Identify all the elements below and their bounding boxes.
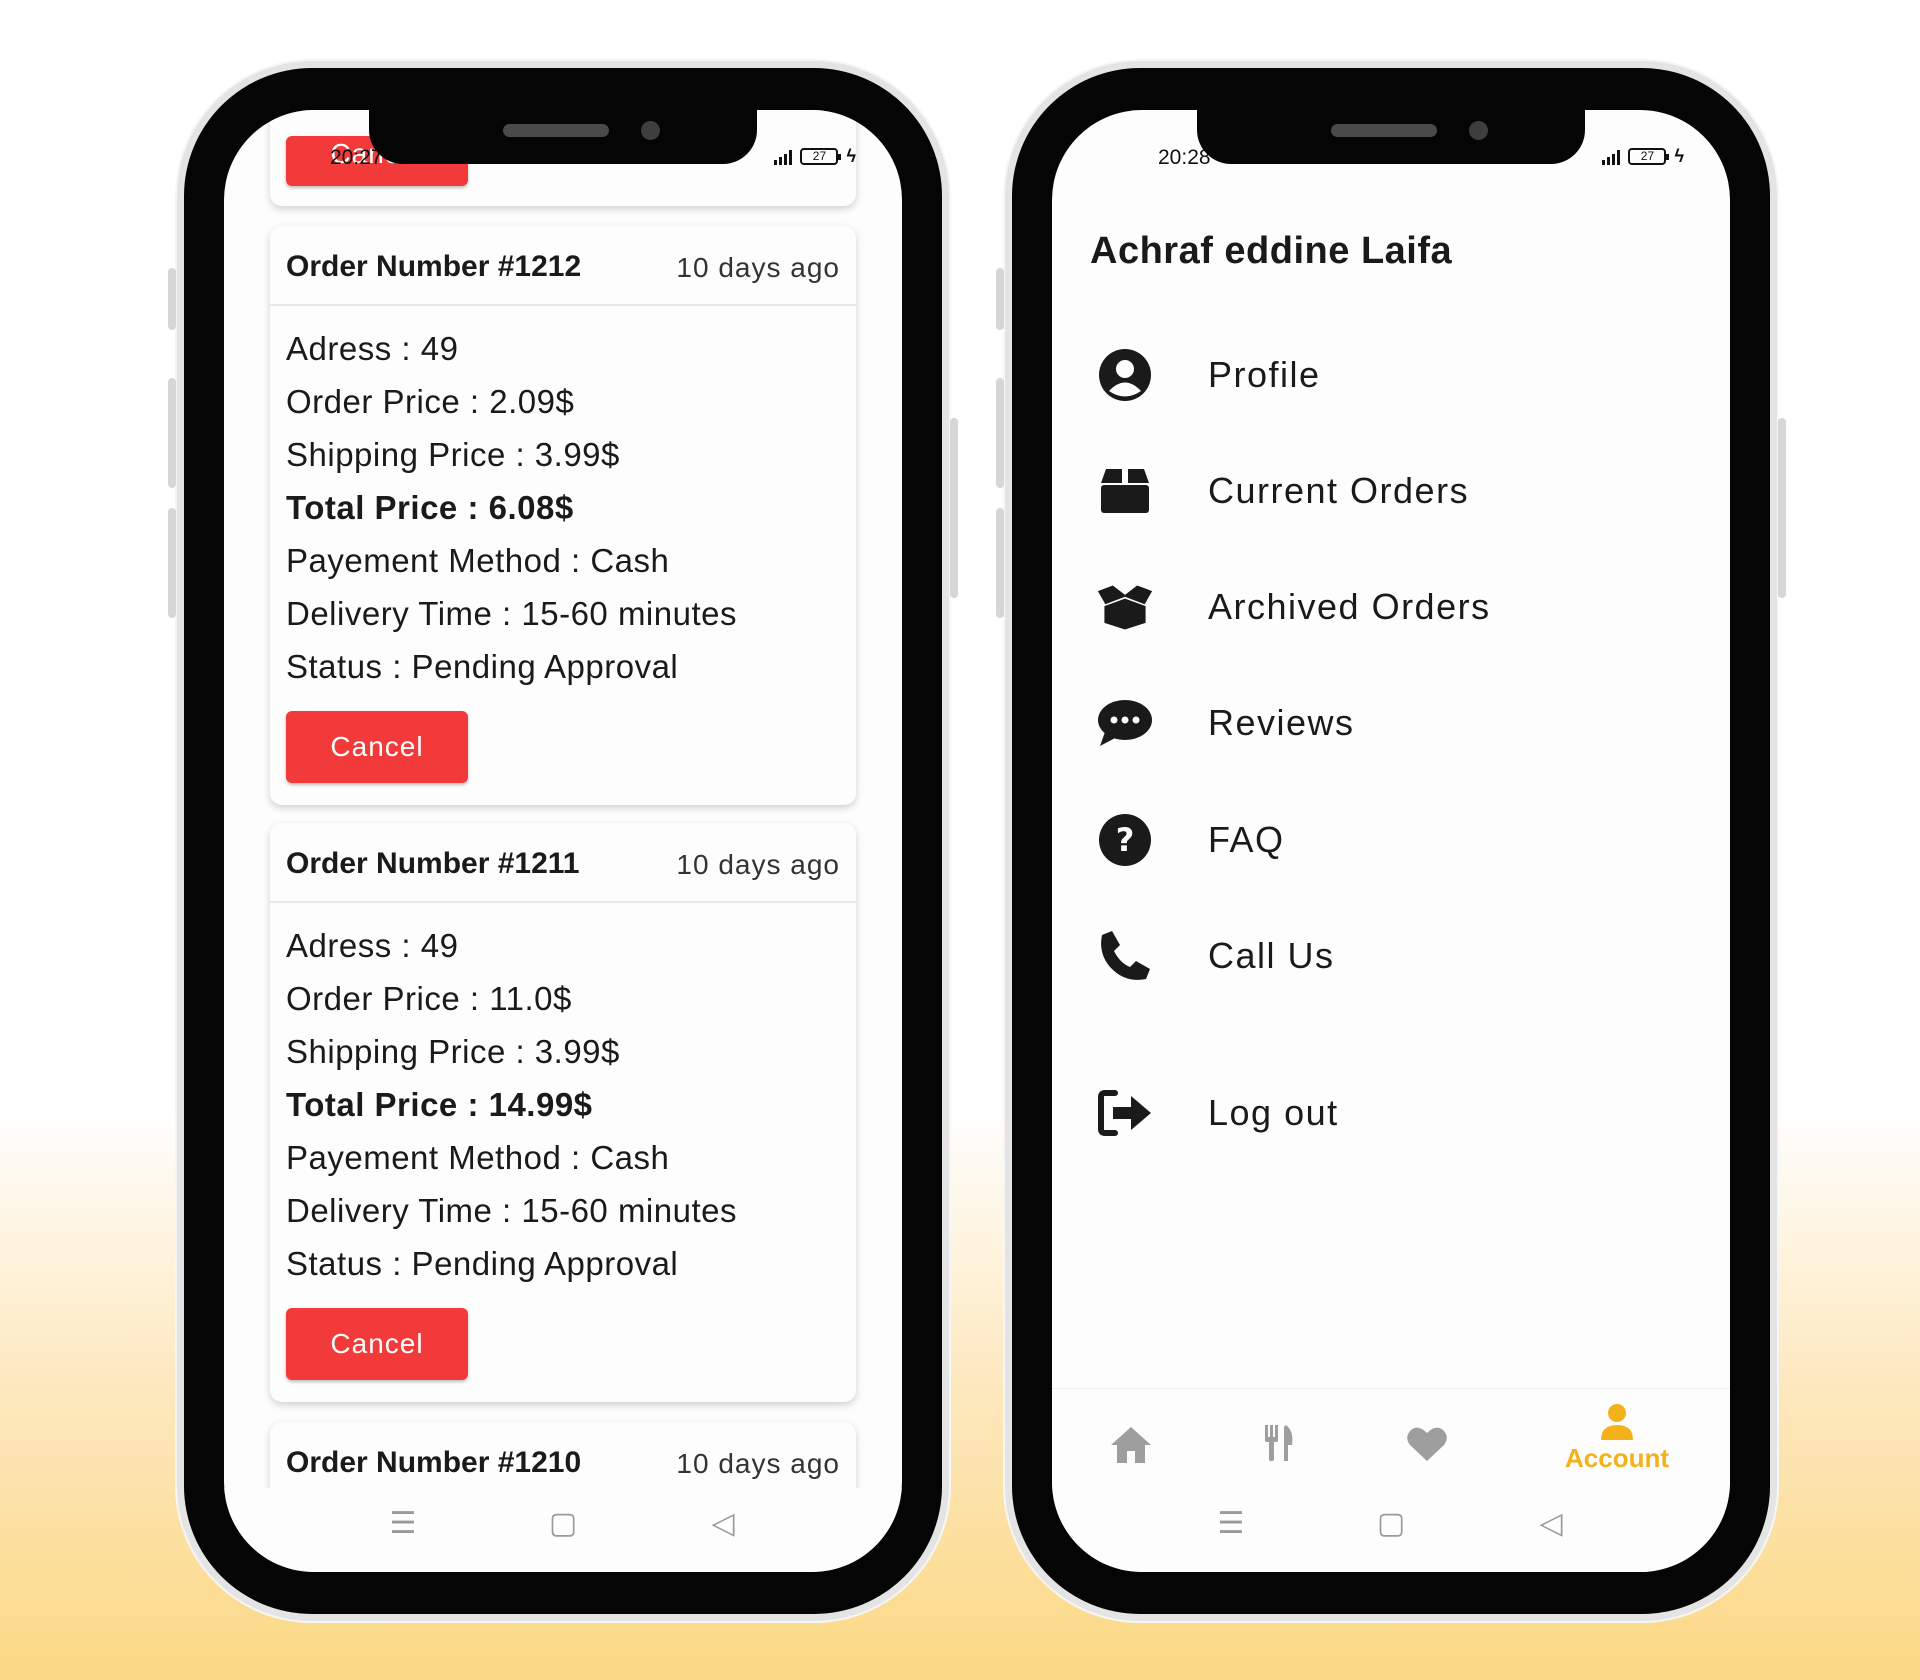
heart-icon [1407, 1427, 1447, 1461]
account-screen: 20:28 27 ϟ Achraf eddine Laifa Profile C… [1052, 110, 1730, 1572]
speaker [1331, 124, 1437, 137]
menu-label: Archived Orders [1208, 586, 1491, 627]
total-price: Total Price : 14.99$ [286, 1086, 593, 1123]
user-circle-icon [1096, 346, 1154, 404]
order-address: Adress : 49 [286, 330, 459, 367]
menu-label: Call Us [1208, 935, 1335, 976]
order-date: 10 days ago [676, 849, 840, 880]
order-card-partial: Order Number #1210 10 days ago [270, 1422, 856, 1490]
payment-method: Payement Method : Cash [286, 1139, 670, 1176]
menu-icon[interactable]: ☰ [1211, 1506, 1251, 1541]
phone-frame-orders: 20:27 27 ϟ Cancel Order Number #1212 10 … [168, 68, 958, 1614]
logout-icon [1096, 1084, 1154, 1142]
camera [641, 121, 660, 140]
question-circle-icon: ? [1096, 811, 1154, 869]
phone-notch [1197, 110, 1585, 164]
order-date: 10 days ago [676, 252, 840, 283]
delivery-time: Delivery Time : 15-60 minutes [286, 595, 737, 632]
menu-item-faq[interactable]: ? FAQ [1096, 805, 1656, 875]
open-box-icon [1096, 578, 1154, 636]
total-price: Total Price : 6.08$ [286, 489, 574, 526]
menu-label: Log out [1208, 1092, 1339, 1133]
charging-icon: ϟ [846, 146, 856, 166]
order-status: Status : Pending Approval [286, 1245, 679, 1282]
order-number: Order Number #1210 [286, 1446, 582, 1479]
tab-label: Account [1565, 1443, 1669, 1473]
user-name: Achraf eddine Laifa [1090, 230, 1453, 272]
order-number: Order Number #1211 [286, 847, 580, 880]
tab-favorites[interactable] [1382, 1403, 1472, 1483]
menu-label: Reviews [1208, 702, 1355, 743]
order-price: Order Price : 2.09$ [286, 383, 575, 420]
cancel-button[interactable]: Cancel [286, 1308, 468, 1380]
menu-label: FAQ [1208, 819, 1285, 860]
cancel-button[interactable]: Cancel [286, 711, 468, 783]
tab-menu[interactable] [1234, 1403, 1324, 1483]
order-address: Adress : 49 [286, 927, 459, 964]
phone-button [996, 508, 1004, 618]
signal-icon [774, 149, 793, 165]
menu-label: Profile [1208, 354, 1321, 395]
back-icon[interactable]: ◁ [703, 1506, 743, 1541]
menu-item-call-us[interactable]: Call Us [1096, 921, 1656, 991]
home-square-icon[interactable]: ▢ [543, 1506, 583, 1541]
order-card: Order Number #1211 10 days ago Adress : … [270, 823, 856, 1402]
order-card-header: Order Number #1211 10 days ago [270, 823, 856, 903]
phone-icon [1096, 927, 1154, 985]
menu-label: Current Orders [1208, 470, 1470, 511]
menu-item-profile[interactable]: Profile [1096, 340, 1656, 410]
home-icon [1111, 1427, 1151, 1463]
home-square-icon[interactable]: ▢ [1371, 1506, 1411, 1541]
order-card: Order Number #1212 10 days ago Adress : … [270, 226, 856, 805]
account-icon [1601, 1404, 1633, 1440]
menu-item-log-out[interactable]: Log out [1096, 1078, 1656, 1148]
charging-icon: ϟ [1674, 146, 1684, 166]
svg-text:?: ? [1116, 821, 1135, 859]
box-icon [1096, 462, 1154, 520]
tab-home[interactable] [1086, 1403, 1176, 1483]
phone-button [950, 418, 958, 598]
phone-button [996, 268, 1004, 330]
battery-icon: 27 [1628, 148, 1670, 165]
order-date: 10 days ago [676, 1448, 840, 1479]
order-card-header: Order Number #1212 10 days ago [270, 226, 856, 306]
phone-frame-account: 20:28 27 ϟ Achraf eddine Laifa Profile C… [996, 68, 1786, 1614]
payment-method: Payement Method : Cash [286, 542, 670, 579]
orders-screen: 20:27 27 ϟ Cancel Order Number #1212 10 … [224, 110, 902, 1572]
back-icon[interactable]: ◁ [1531, 1506, 1571, 1541]
menu-item-reviews[interactable]: Reviews [1096, 688, 1656, 758]
order-status: Status : Pending Approval [286, 648, 679, 685]
bottom-nav-bar: Account [1052, 1388, 1730, 1488]
battery-icon: 27 [800, 148, 842, 165]
order-price: Order Price : 11.0$ [286, 980, 572, 1017]
camera [1469, 121, 1488, 140]
menu-icon[interactable]: ☰ [383, 1506, 423, 1541]
system-nav-bar: ☰ ▢ ◁ [224, 1488, 902, 1572]
shipping-price: Shipping Price : 3.99$ [286, 436, 620, 473]
speaker [503, 124, 609, 137]
menu-item-current-orders[interactable]: Current Orders [1096, 456, 1656, 526]
delivery-time: Delivery Time : 15-60 minutes [286, 1192, 737, 1229]
phone-button [168, 378, 176, 488]
signal-icon [1602, 149, 1621, 165]
chat-bubble-icon [1096, 694, 1154, 752]
orders-list[interactable]: Cancel Order Number #1212 10 days ago Ad… [224, 110, 902, 1490]
shipping-price: Shipping Price : 3.99$ [286, 1033, 620, 1070]
phone-notch [369, 110, 757, 164]
restaurant-icon [1265, 1425, 1293, 1461]
phone-button [1778, 418, 1786, 598]
system-nav-bar: ☰ ▢ ◁ [1052, 1488, 1730, 1572]
phone-button [168, 508, 176, 618]
menu-item-archived-orders[interactable]: Archived Orders [1096, 572, 1656, 642]
order-number: Order Number #1212 [286, 250, 582, 283]
phone-button [996, 378, 1004, 488]
phone-button [168, 268, 176, 330]
tab-account[interactable]: Account [1562, 1403, 1672, 1483]
